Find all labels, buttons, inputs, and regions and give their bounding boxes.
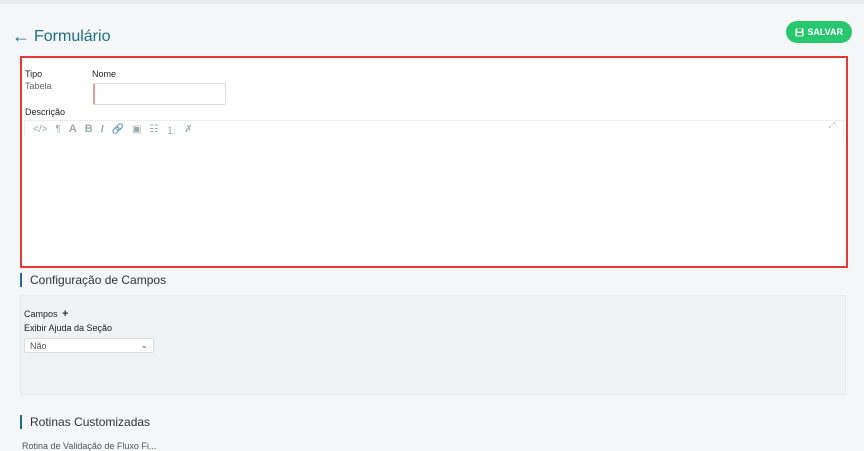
rotinas-section-title: Rotinas Customizadas [30, 415, 151, 429]
chevron-down-icon: ⌄ [140, 340, 148, 350]
campos-row: Campos + [24, 308, 68, 320]
font-style-icon[interactable]: A [69, 123, 77, 135]
add-campo-icon[interactable]: + [62, 308, 68, 320]
tipo-label: Tipo [25, 69, 43, 79]
unordered-list-icon[interactable]: ☷ [149, 124, 158, 135]
nome-input[interactable] [93, 83, 226, 105]
rotinas-section-header: Rotinas Customizadas [20, 415, 150, 429]
descricao-label: Descrição [25, 107, 66, 117]
code-view-icon[interactable]: </> [33, 124, 47, 135]
fullscreen-icon[interactable]: ⤢ [829, 122, 835, 130]
config-panel: Campos + Exibir Ajuda da Seção Não ⌄ [20, 295, 846, 395]
campos-label: Campos [24, 309, 58, 319]
editor-toolbar: </> ¶ A B I 🔗 ▣ ☷ ⒈ ✗ ⤢ [24, 120, 844, 138]
config-section-header: Configuração de Campos [20, 273, 166, 287]
description-editor[interactable] [24, 137, 842, 262]
clear-format-icon[interactable]: ✗ [184, 124, 192, 135]
form-panel: Tipo Tabela Nome Descrição </> ¶ A B I 🔗… [20, 56, 848, 268]
bold-icon[interactable]: B [85, 123, 93, 135]
italic-icon[interactable]: I [101, 124, 104, 135]
ajuda-label: Exibir Ajuda da Seção [24, 323, 113, 333]
page-title: Formulário [34, 27, 111, 45]
ajuda-select[interactable]: Não ⌄ [24, 338, 154, 353]
save-label: SALVAR [807, 27, 843, 37]
section-accent-bar [20, 273, 22, 287]
section-accent-bar [20, 415, 22, 429]
back-arrow-icon[interactable]: ← [12, 26, 30, 47]
image-icon[interactable]: ▣ [132, 124, 141, 135]
ajuda-select-value: Não [30, 340, 47, 351]
page-header: ← Formulário [12, 26, 110, 47]
save-icon [795, 27, 804, 37]
link-icon[interactable]: 🔗 [112, 124, 124, 135]
tipo-value: Tabela [25, 81, 52, 91]
top-border [0, 0, 864, 4]
ordered-list-icon[interactable]: ⒈ [166, 122, 176, 137]
config-section-title: Configuração de Campos [30, 273, 167, 287]
save-button[interactable]: SALVAR [786, 21, 852, 43]
paragraph-icon[interactable]: ¶ [55, 124, 60, 135]
nome-label: Nome [92, 69, 117, 79]
rotina-validacao-label: Rotina de Validação de Fluxo Fi... [22, 441, 157, 451]
